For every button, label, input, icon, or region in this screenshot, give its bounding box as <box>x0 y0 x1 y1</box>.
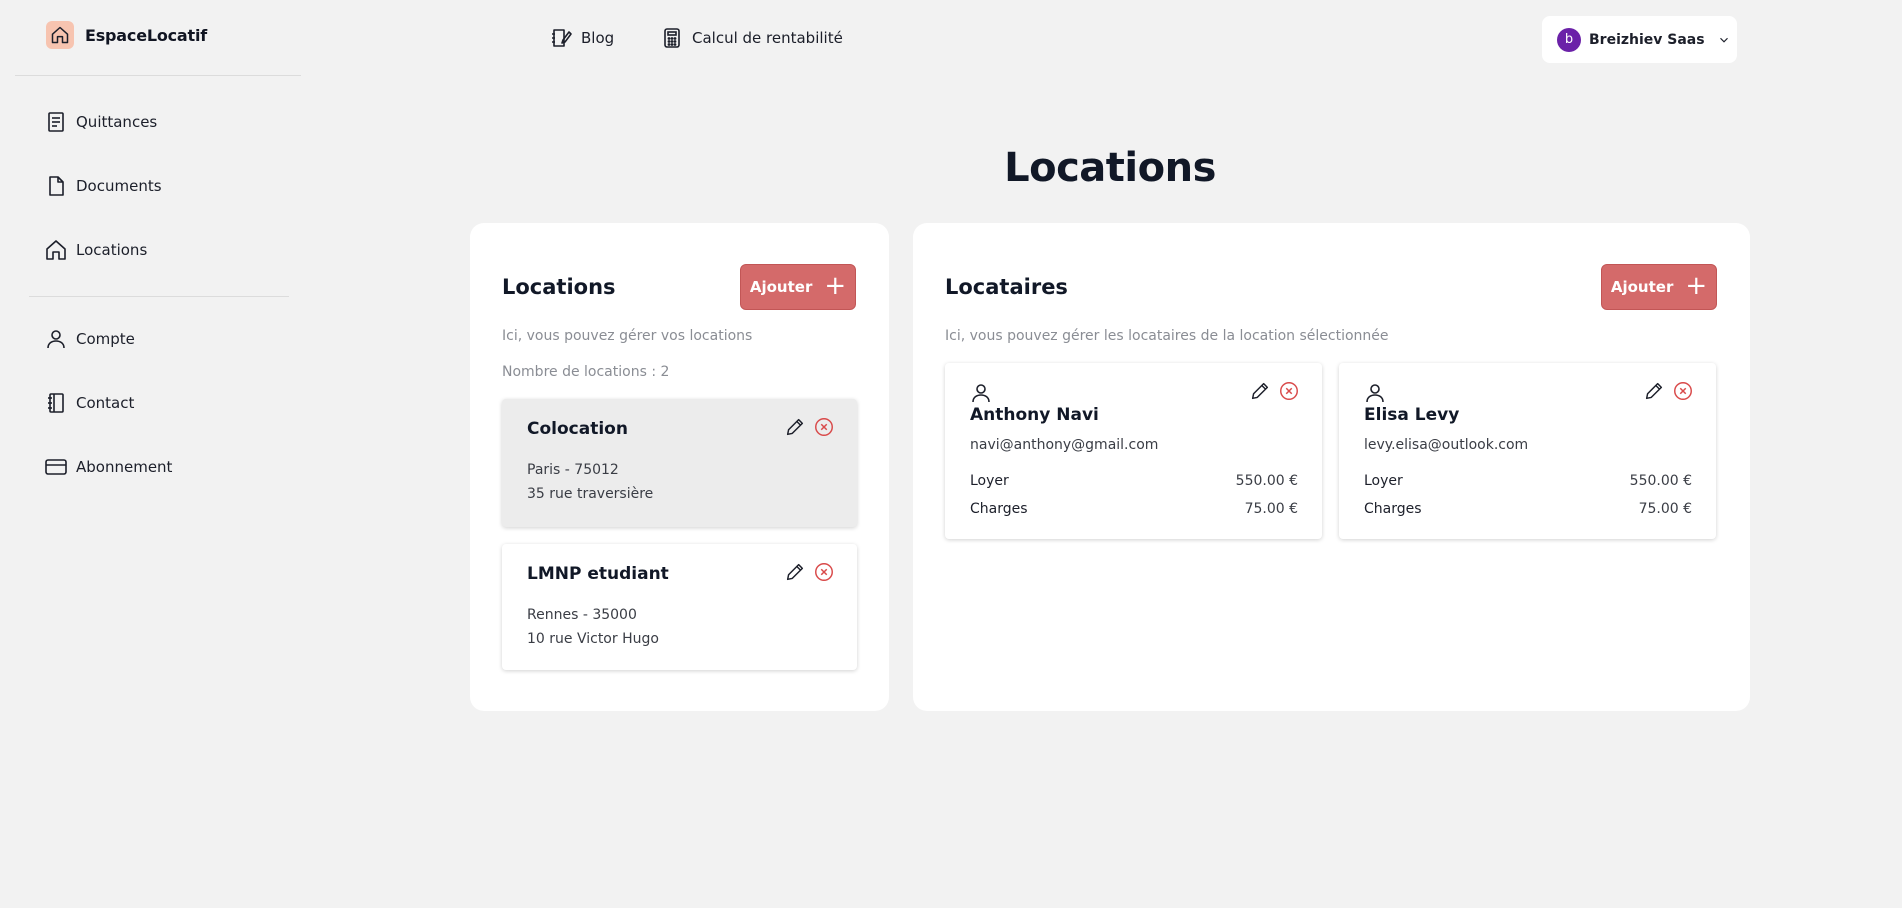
card-actions <box>1643 380 1694 402</box>
sidebar-item-label: Contact <box>76 394 135 412</box>
tenant-rent-row: Loyer 550.00 € <box>1364 473 1692 489</box>
topnav-calcul[interactable]: Calcul de rentabilité <box>660 26 843 50</box>
charges-label: Charges <box>1364 501 1422 517</box>
location-name: LMNP etudiant <box>527 564 669 584</box>
locations-heading: Locations <box>502 275 616 299</box>
locations-description: Ici, vous pouvez gérer vos locations <box>502 328 753 344</box>
delete-icon[interactable] <box>1278 380 1300 402</box>
delete-icon[interactable] <box>813 561 835 583</box>
user-name: Breizhiev Saas <box>1589 31 1705 48</box>
chevron-down-icon <box>1719 37 1728 43</box>
location-name: Colocation <box>527 419 628 439</box>
user-icon <box>1366 384 1384 403</box>
tenant-rent-row: Loyer 550.00 € <box>970 473 1298 489</box>
card-actions <box>784 561 835 583</box>
sidebar-item-label: Quittances <box>76 113 158 131</box>
sidebar-item-contact[interactable]: Contact <box>44 391 134 415</box>
contact-book-icon <box>48 393 64 413</box>
add-tenant-label: Ajouter <box>1610 278 1674 296</box>
locations-count: Nombre de locations : 2 <box>502 364 670 380</box>
tenant-charges-row: Charges 75.00 € <box>970 501 1298 517</box>
rent-value: 550.00 € <box>1235 473 1298 489</box>
receipt-icon <box>48 112 64 132</box>
charges-value: 75.00 € <box>1638 501 1692 517</box>
sidebar-item-label: Abonnement <box>76 458 173 476</box>
sidebar-item-abonnement[interactable]: Abonnement <box>44 455 172 479</box>
sidebar-item-label: Compte <box>76 330 135 348</box>
tenant-card[interactable]: Anthony Navi navi@anthony@gmail.com Loye… <box>945 363 1322 539</box>
rent-label: Loyer <box>970 473 1009 489</box>
home-logo-icon <box>46 21 74 49</box>
topnav-blog-label: Blog <box>581 29 615 47</box>
sidebar-item-compte[interactable]: Compte <box>44 327 135 351</box>
tenant-name: Elisa Levy <box>1364 405 1460 425</box>
brand-name: EspaceLocatif <box>85 25 208 45</box>
brand[interactable]: EspaceLocatif <box>46 21 207 49</box>
add-location-button[interactable]: Ajouter + <box>740 264 856 310</box>
user-icon <box>972 384 990 403</box>
plus-icon: + <box>1685 270 1708 301</box>
card-actions <box>1249 380 1300 402</box>
sidebar-item-locations[interactable]: Locations <box>44 238 147 262</box>
rent-label: Loyer <box>1364 473 1403 489</box>
charges-value: 75.00 € <box>1244 501 1298 517</box>
sidebar-item-quittances[interactable]: Quittances <box>44 110 157 134</box>
location-street: 10 rue Victor Hugo <box>527 631 659 647</box>
tenant-card[interactable]: Elisa Levy levy.elisa@outlook.com Loyer … <box>1339 363 1716 539</box>
location-card[interactable]: Colocation Paris - 75012 35 rue traversi… <box>502 399 857 527</box>
blog-icon <box>552 29 572 47</box>
location-card[interactable]: LMNP etudiant Rennes - 35000 10 rue Vict… <box>502 544 857 670</box>
divider <box>15 75 301 76</box>
home-icon <box>46 240 66 260</box>
tenants-panel: Locataires Ajouter + Ici, vous pouvez gé… <box>913 223 1750 711</box>
page-title: Locations <box>1004 145 1216 191</box>
tenants-description: Ici, vous pouvez gérer les locataires de… <box>945 328 1389 344</box>
tenants-heading: Locataires <box>945 275 1068 299</box>
delete-icon[interactable] <box>1672 380 1694 402</box>
sidebar: EspaceLocatif Quittances Documents Locat… <box>0 0 315 908</box>
calculator-icon <box>664 28 680 48</box>
tenant-email: levy.elisa@outlook.com <box>1364 437 1529 453</box>
plus-icon: + <box>824 270 847 301</box>
edit-icon[interactable] <box>784 561 806 583</box>
charges-label: Charges <box>970 501 1028 517</box>
edit-icon[interactable] <box>784 416 806 438</box>
edit-icon[interactable] <box>1249 380 1271 402</box>
edit-icon[interactable] <box>1643 380 1665 402</box>
add-tenant-button[interactable]: Ajouter + <box>1601 264 1717 310</box>
topnav-blog[interactable]: Blog <box>549 26 614 50</box>
add-location-label: Ajouter <box>749 278 813 296</box>
user-menu[interactable]: b Breizhiev Saas <box>1542 16 1737 63</box>
tenant-email: navi@anthony@gmail.com <box>970 437 1159 453</box>
avatar: b <box>1557 27 1581 52</box>
sidebar-item-label: Locations <box>76 241 148 259</box>
locations-panel: Locations Ajouter + Ici, vous pouvez gér… <box>470 223 889 711</box>
rent-value: 550.00 € <box>1629 473 1692 489</box>
location-city: Rennes - 35000 <box>527 607 637 623</box>
tenant-charges-row: Charges 75.00 € <box>1364 501 1692 517</box>
location-city: Paris - 75012 <box>527 462 619 478</box>
credit-card-icon <box>45 459 67 475</box>
card-actions <box>784 416 835 438</box>
location-street: 35 rue traversière <box>527 486 654 502</box>
divider <box>29 296 289 297</box>
delete-icon[interactable] <box>813 416 835 438</box>
topnav-calcul-label: Calcul de rentabilité <box>692 29 843 47</box>
user-icon <box>47 330 65 349</box>
tenant-name: Anthony Navi <box>970 405 1099 425</box>
